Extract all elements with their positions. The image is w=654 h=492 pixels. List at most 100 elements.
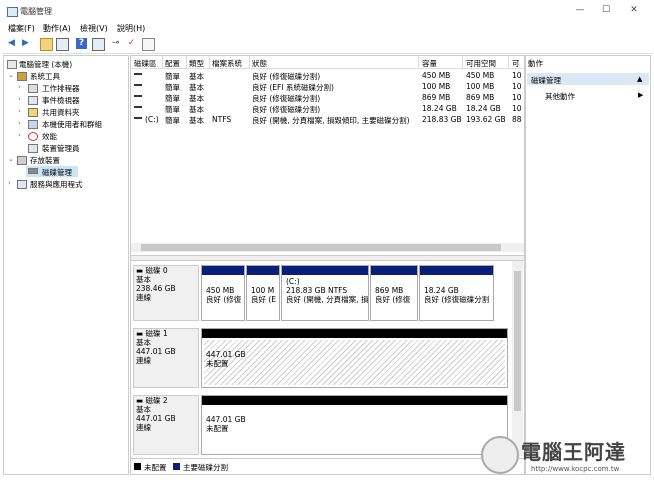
tree-shared-folders[interactable]: 共用資料夾 [42,107,80,118]
performance-icon [28,132,38,141]
table-row[interactable]: 簡單 基本 良好 (修復磁碟分割) 18.24 GB 18.24 GB 10 [131,103,524,114]
col-status[interactable]: 狀態 [252,58,267,69]
disk-management-pane: 磁碟區 配置 類型 檔案系統 狀態 容量 可用空間 可 簡單 基本 良好 (修復… [130,55,525,475]
watermark: 電腦王阿達 http://www.kocpc.com.tw [475,432,645,484]
close-button[interactable]: ✕ [626,5,642,17]
clock-icon [28,84,38,93]
unallocated-partition[interactable]: 447.01 GB 未配置 [201,395,508,455]
expand-icon[interactable]: › [18,119,21,127]
menu-file[interactable]: 檔案(F) [8,23,35,34]
col-capacity[interactable]: 容量 [422,58,437,69]
expand-icon[interactable]: › [18,131,21,139]
submenu-arrow-icon: ▶ [638,91,644,99]
check-icon[interactable]: ✓ [126,38,137,49]
partition-c[interactable]: (C:) 218.83 GB NTFS 良好 (開機, 分頁檔案, 損 [281,265,369,321]
legend: 未配置 主要磁碟分割 [131,458,524,474]
scroll-thumb[interactable] [514,271,521,411]
tree-storage[interactable]: 存放裝置 [30,155,60,166]
properties-icon[interactable] [92,38,105,51]
computer-management-icon [7,7,18,17]
disk-2-label[interactable]: ▬ 磁碟 2 基本 447.01 GB 連線 [133,395,199,455]
tree-system-tools[interactable]: 系統工具 [30,71,60,82]
tree-performance[interactable]: 效能 [42,131,57,142]
show-tree-icon[interactable] [56,38,69,51]
computer-icon [7,60,17,69]
col-filesystem[interactable]: 檔案系統 [212,58,242,69]
volume-icon [134,95,142,97]
tree-root[interactable]: 電腦管理 (本機) [19,59,72,70]
partition[interactable]: 100 M 良好 (E [246,265,280,321]
shared-folder-icon [28,108,38,117]
table-row[interactable]: 簡單 基本 良好 (EFI 系統磁碟分割) 100 MB 100 MB 10 [131,81,524,92]
expand-icon[interactable]: › [18,107,21,115]
volume-table-header: 磁碟區 配置 類型 檔案系統 狀態 容量 可用空間 可 [131,56,524,69]
disk-icon [28,168,38,174]
vertical-scrollbar[interactable] [512,261,523,456]
col-pct[interactable]: 可 [512,58,520,69]
mascot-logo-icon [481,436,519,474]
navigation-tree: 電腦管理 (本機) ⌄ 系統工具 › 工作排程器 › 事件檢視器 › 共用資料夾… [3,55,129,475]
table-row[interactable]: (C:) 簡單 基本 NTFS 良好 (開機, 分頁檔案, 損毀傾印, 主要磁碟… [131,114,524,125]
actions-header: 動作 [528,59,543,68]
menu-bar: 檔案(F) 動作(A) 檢視(V) 說明(H) [2,20,652,35]
watermark-text: 電腦王阿達 [521,440,626,464]
expand-icon[interactable]: › [18,83,21,91]
tools-icon [17,72,27,81]
disk-map: ▬ 磁碟 0 基本 238.46 GB 連線 450 MB 良好 (修復 100 … [131,261,511,456]
back-icon[interactable]: ◀ [6,38,17,49]
unallocated-partition[interactable]: 447.01 GB 未配置 [201,328,508,388]
partition[interactable]: 18.24 GB 良好 (修復磁碟分割 [419,265,494,321]
tree-task-scheduler[interactable]: 工作排程器 [42,83,80,94]
menu-help[interactable]: 說明(H) [117,23,145,34]
users-icon [28,120,38,129]
tree-device-manager[interactable]: 裝置管理員 [42,143,80,154]
device-manager-icon [28,144,38,153]
volume-icon [134,73,142,75]
forward-icon[interactable]: ▶ [20,38,31,49]
tree-disk-management[interactable]: 磁碟管理 [42,167,72,178]
col-free[interactable]: 可用空間 [466,58,496,69]
maximize-button[interactable]: ☐ [598,5,614,17]
menu-view[interactable]: 檢視(V) [80,23,108,34]
volume-icon [134,106,142,108]
partition[interactable]: 869 MB 良好 (修復 [370,265,418,321]
action-more[interactable]: 其他動作 [545,91,575,102]
event-icon [28,96,38,105]
table-row[interactable]: 簡單 基本 良好 (修復磁碟分割) 869 MB 869 MB 10 [131,92,524,103]
disk-name: ▬ 磁碟 1 [136,329,168,338]
primary-swatch [173,463,180,470]
view-icon[interactable] [142,38,155,51]
expand-icon[interactable]: › [8,179,11,187]
volume-icon [134,117,142,119]
expand-icon[interactable]: › [18,95,21,103]
horizontal-scrollbar[interactable] [131,243,524,252]
col-type[interactable]: 類型 [189,58,204,69]
action-disk-management[interactable]: 磁碟管理 ▲ [527,73,649,85]
collapse-arrow-icon[interactable]: ▲ [637,75,642,83]
tree-services[interactable]: 服務與應用程式 [30,179,83,190]
collapse-icon[interactable]: ⌄ [8,71,14,79]
minimize-button[interactable]: — [572,5,588,17]
services-icon [17,180,27,189]
disk-0-label[interactable]: ▬ 磁碟 0 基本 238.46 GB 連線 [133,265,199,321]
connect-icon[interactable]: ⊸ [110,38,121,49]
table-row[interactable]: 簡單 基本 良好 (修復磁碟分割) 450 MB 450 MB 10 [131,70,524,81]
title-bar: 電腦管理 — ☐ ✕ [2,2,652,20]
menu-action[interactable]: 動作(A) [43,23,71,34]
col-layout[interactable]: 配置 [165,58,180,69]
scroll-thumb[interactable] [141,244,501,251]
disk-1-label[interactable]: ▬ 磁碟 1 基本 447.01 GB 連線 [133,328,199,388]
watermark-url: http://www.kocpc.com.tw [531,465,620,473]
disk-name: ▬ 磁碟 2 [136,396,168,405]
tree-event-viewer[interactable]: 事件檢視器 [42,95,80,106]
tree-local-users[interactable]: 本機使用者和群組 [42,119,102,130]
partition[interactable]: 450 MB 良好 (修復 [201,265,245,321]
collapse-icon[interactable]: ⌄ [8,155,14,163]
folder-up-icon[interactable] [40,38,53,51]
storage-icon [17,156,27,165]
col-volume[interactable]: 磁碟區 [134,58,157,69]
window-title: 電腦管理 [20,7,52,16]
help-icon[interactable]: ? [76,38,87,49]
unallocated-swatch [134,463,141,470]
toolbar: ◀ ▶ ? ⊸ ✓ [2,35,652,54]
